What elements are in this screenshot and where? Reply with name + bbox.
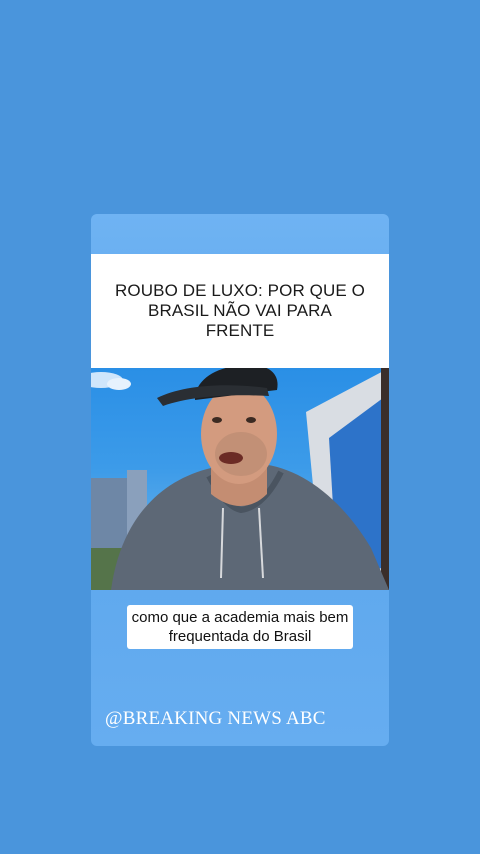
mouth — [219, 452, 243, 464]
eye — [246, 417, 256, 423]
headline-text: ROUBO DE LUXO: POR QUE O BRASIL NÃO VAI … — [115, 281, 365, 340]
eye — [212, 417, 222, 423]
headline-box: ROUBO DE LUXO: POR QUE O BRASIL NÃO VAI … — [91, 254, 389, 368]
watermark-text: @BREAKING NEWS ABC — [105, 708, 326, 729]
video-frame[interactable] — [91, 368, 389, 590]
cloud — [107, 378, 131, 390]
story-card: ROUBO DE LUXO: POR QUE O BRASIL NÃO VAI … — [91, 214, 389, 746]
video-still-illustration — [91, 368, 389, 590]
window-edge — [381, 368, 389, 590]
subtitle-caption: como que a academia mais bem frequentada… — [127, 605, 353, 649]
